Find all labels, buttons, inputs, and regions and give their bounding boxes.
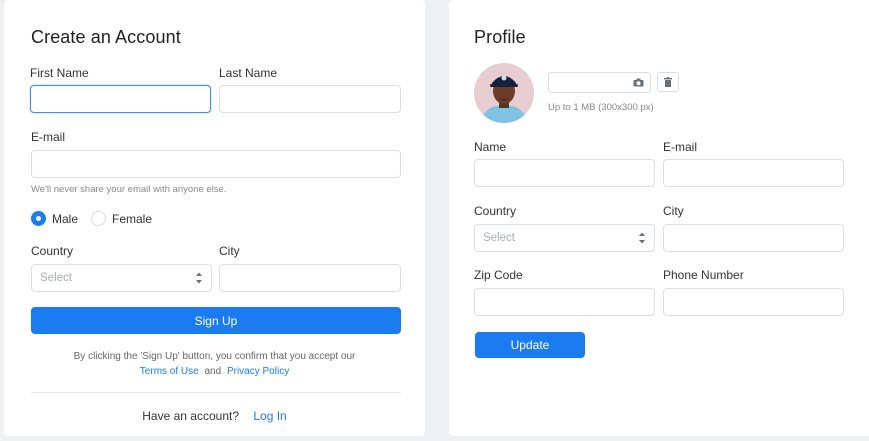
radio-male-label: Male: [52, 212, 79, 226]
select-arrows-icon: [639, 232, 645, 244]
profile-email-input[interactable]: [663, 159, 844, 187]
radio-female-label: Female: [112, 212, 153, 226]
name-input[interactable]: [474, 159, 655, 187]
radio-male[interactable]: [31, 211, 46, 226]
login-row: Have an account? Log In: [4, 409, 425, 423]
signup-button[interactable]: Sign Up: [31, 307, 401, 334]
email-label: E-mail: [31, 130, 66, 144]
login-link[interactable]: Log In: [253, 409, 286, 423]
terms-of-use-link[interactable]: Terms of Use: [140, 366, 199, 377]
terms-text: By clicking the 'Sign Up' button, you co…: [73, 351, 356, 362]
have-account-text: Have an account?: [142, 409, 239, 423]
upload-hint: Up to 1 MB (300x300 px): [548, 102, 654, 113]
camera-icon[interactable]: [633, 78, 644, 87]
radio-female[interactable]: [91, 211, 106, 226]
country-select-placeholder: Select: [40, 272, 72, 284]
zip-label: Zip Code: [474, 268, 523, 282]
first-name-label: First Name: [30, 66, 89, 80]
profile-card: Profile Up to 1 MB (300x300 px) Name E-m…: [449, 0, 869, 436]
name-label: Name: [474, 140, 507, 154]
signup-card: Create an Account First Name Last Name E…: [4, 0, 425, 436]
profile-title: Profile: [474, 27, 526, 47]
trash-icon: [664, 77, 672, 87]
phone-input[interactable]: [663, 288, 844, 316]
update-button[interactable]: Update: [475, 332, 585, 358]
country-label: Country: [31, 244, 74, 258]
zip-input[interactable]: [474, 288, 655, 316]
country-select[interactable]: Select: [31, 264, 212, 292]
phone-label: Phone Number: [663, 268, 744, 282]
last-name-input[interactable]: [219, 85, 401, 113]
terms-and: and: [204, 366, 222, 377]
profile-country-label: Country: [474, 204, 517, 218]
profile-city-input[interactable]: [663, 224, 844, 252]
profile-email-label: E-mail: [663, 140, 698, 154]
upload-field[interactable]: [548, 72, 651, 93]
select-arrows-icon: [196, 272, 202, 284]
first-name-input[interactable]: [30, 85, 211, 113]
email-hint: We'll never share your email with anyone…: [31, 184, 227, 195]
privacy-policy-link[interactable]: Privacy Policy: [227, 366, 289, 377]
profile-country-placeholder: Select: [483, 232, 515, 244]
signup-title: Create an Account: [31, 27, 181, 47]
avatar-icon[interactable]: [474, 63, 534, 123]
divider: [31, 392, 401, 393]
profile-city-label: City: [663, 204, 684, 218]
delete-photo-button[interactable]: [657, 72, 679, 92]
last-name-label: Last Name: [219, 66, 278, 80]
city-input[interactable]: [219, 264, 401, 292]
city-label: City: [219, 244, 240, 258]
profile-country-select[interactable]: Select: [474, 224, 655, 252]
email-input[interactable]: [31, 150, 401, 178]
terms-links-row: Terms of Use and Privacy Policy: [4, 366, 425, 377]
